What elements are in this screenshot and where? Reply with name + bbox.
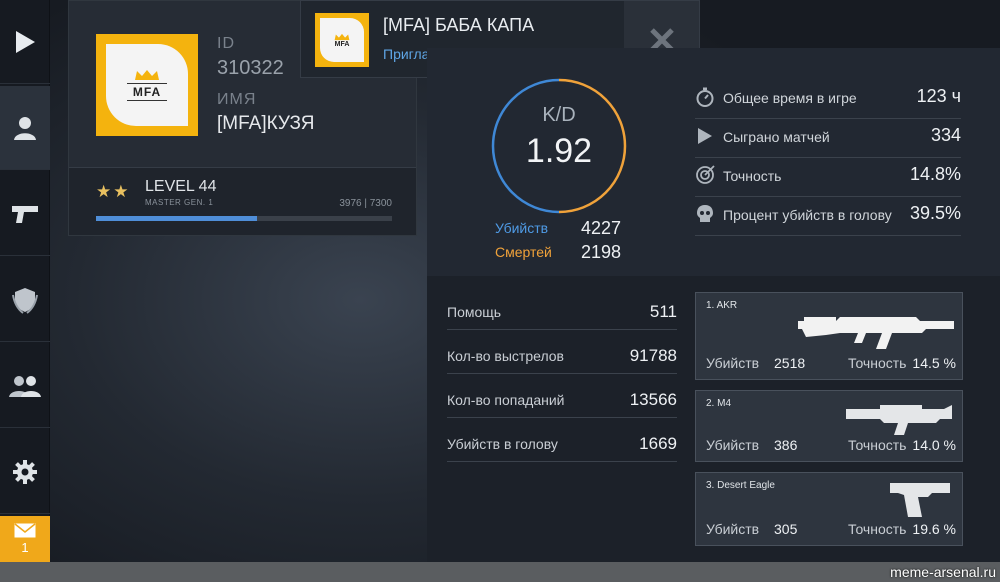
sidebar-item-weapons[interactable] — [0, 172, 50, 256]
stats-overview: K/D 1.92 Убийств 4227 Смертей 2198 Общее… — [427, 48, 1000, 276]
detail-row: Помощь 511 — [447, 292, 677, 330]
summary-row-playtime: Общее время в игре 123 ч — [695, 81, 961, 119]
weapon-accuracy-label: Точность — [848, 521, 907, 537]
rifle-m4-icon — [846, 405, 952, 435]
skull-icon — [697, 205, 713, 222]
friends-icon — [9, 375, 41, 397]
mail-button[interactable]: 1 — [0, 516, 50, 562]
rifle-akr-icon — [798, 317, 954, 349]
crown-icon — [135, 70, 159, 80]
sidebar-item-friends[interactable] — [0, 344, 50, 428]
detail-value: 91788 — [629, 346, 677, 365]
level-title: LEVEL 44 — [145, 178, 217, 195]
player-name: [MFA]КУЗЯ — [217, 113, 315, 134]
stats-details: Помощь 511 Кол-во выстрелов 91788 Кол-во… — [427, 276, 1000, 562]
inviter-avatar: MFA — [315, 13, 369, 67]
inviter-logo-text: MFA — [334, 40, 350, 48]
summary-value: 39.5% — [909, 203, 961, 223]
kd-value: 1.92 — [525, 132, 593, 170]
detail-label: Кол-во выстрелов — [447, 348, 564, 364]
kd-label: K/D — [542, 104, 576, 126]
xp-text: 3976 | 7300 — [339, 198, 392, 209]
play-icon — [16, 30, 35, 53]
sidebar-item-settings[interactable] — [0, 430, 50, 514]
detail-row: Кол-во попаданий 13566 — [447, 380, 677, 418]
watermark: meme-arsenal.ru — [890, 564, 996, 580]
kills-value: 4227 — [581, 218, 622, 238]
deaths-value: 2198 — [581, 242, 622, 262]
weapon-kills-value: 386 — [774, 437, 798, 453]
sidebar-item-profile[interactable] — [0, 86, 50, 170]
mail-icon — [14, 523, 36, 538]
notification-title: [MFA] БАБА КАПА — [383, 15, 535, 35]
weapon-accuracy-label: Точность — [848, 355, 907, 371]
rank-stars: ★★ — [96, 182, 131, 201]
clan-avatar: MFA — [96, 34, 198, 136]
pistol-icon — [12, 205, 38, 223]
summary-row-matches: Сыграно матчей 334 — [695, 120, 961, 158]
clan-logo-text: MFA — [126, 83, 168, 101]
weapon-card-m4[interactable]: 2. M4 Убийств 386 Точность 14.0 % — [695, 390, 963, 462]
id-value: 310322 — [217, 57, 284, 79]
detail-value: 1669 — [639, 434, 677, 453]
summary-label: Процент убийств в голову — [723, 207, 892, 223]
sidebar-item-play[interactable] — [0, 0, 50, 84]
weapon-accuracy-value: 14.0 % — [912, 437, 956, 453]
weapon-kills-label: Убийств — [706, 355, 760, 371]
xp-progress — [96, 216, 392, 221]
id-label: ID — [217, 35, 235, 52]
detail-value: 13566 — [629, 390, 677, 409]
summary-value: 14.8% — [909, 164, 961, 184]
weapon-card-desert-eagle[interactable]: 3. Desert Eagle Убийств 305 Точность 19.… — [695, 472, 963, 546]
summary-label: Общее время в игре — [723, 90, 857, 106]
summary-row-accuracy: Точность 14.8% — [695, 159, 961, 197]
mail-count: 1 — [21, 540, 29, 555]
summary-label: Сыграно матчей — [723, 129, 830, 145]
summary-label: Точность — [723, 168, 782, 184]
weapon-name: 2. M4 — [706, 398, 732, 409]
target-icon — [696, 165, 715, 184]
weapon-kills-value: 305 — [774, 521, 798, 537]
weapon-kills-value: 2518 — [774, 355, 806, 371]
detail-value: 511 — [649, 302, 677, 321]
weapon-name: 1. AKR — [706, 300, 738, 311]
weapon-card-akr[interactable]: 1. AKR Убийств 2518 Точность 14.5 % — [695, 292, 963, 380]
detail-row: Убийств в голову 1669 — [447, 424, 677, 462]
summary-value: 334 — [930, 125, 961, 145]
summary-value: 123 ч — [916, 86, 961, 106]
xp-progress-fill — [96, 216, 258, 221]
detail-label: Помощь — [447, 304, 502, 320]
name-label: ИМЯ — [217, 91, 257, 108]
deaths-label: Смертей — [495, 244, 552, 260]
summary-row-headshot-percent: Процент убийств в голову 39.5% — [695, 198, 961, 236]
weapon-kills-label: Убийств — [706, 521, 760, 537]
detail-row: Кол-во выстрелов 91788 — [447, 336, 677, 374]
kills-label: Убийств — [495, 220, 549, 236]
gear-icon — [13, 459, 37, 484]
emblem-icon — [12, 287, 38, 314]
level-bar: ★★ LEVEL 44 MASTER GEN. 1 3976 | 7300 — [69, 167, 416, 235]
sidebar: 1 — [0, 0, 50, 562]
detail-label: Убийств в голову — [447, 436, 558, 452]
stopwatch-icon — [696, 87, 714, 107]
pistol-deagle-icon — [890, 483, 950, 517]
weapon-name: 3. Desert Eagle — [706, 480, 775, 491]
detail-label: Кол-во попаданий — [447, 392, 565, 408]
weapon-kills-label: Убийств — [706, 437, 760, 453]
weapon-accuracy-value: 19.6 % — [912, 521, 956, 537]
footer-strip — [0, 562, 1000, 582]
weapon-accuracy-label: Точность — [848, 437, 907, 453]
play-icon — [698, 128, 712, 144]
crown-icon — [334, 33, 350, 40]
weapon-accuracy-value: 14.5 % — [912, 355, 956, 371]
user-icon — [14, 116, 36, 140]
rank-name: MASTER GEN. 1 — [145, 198, 214, 207]
sidebar-item-clan[interactable] — [0, 258, 50, 342]
